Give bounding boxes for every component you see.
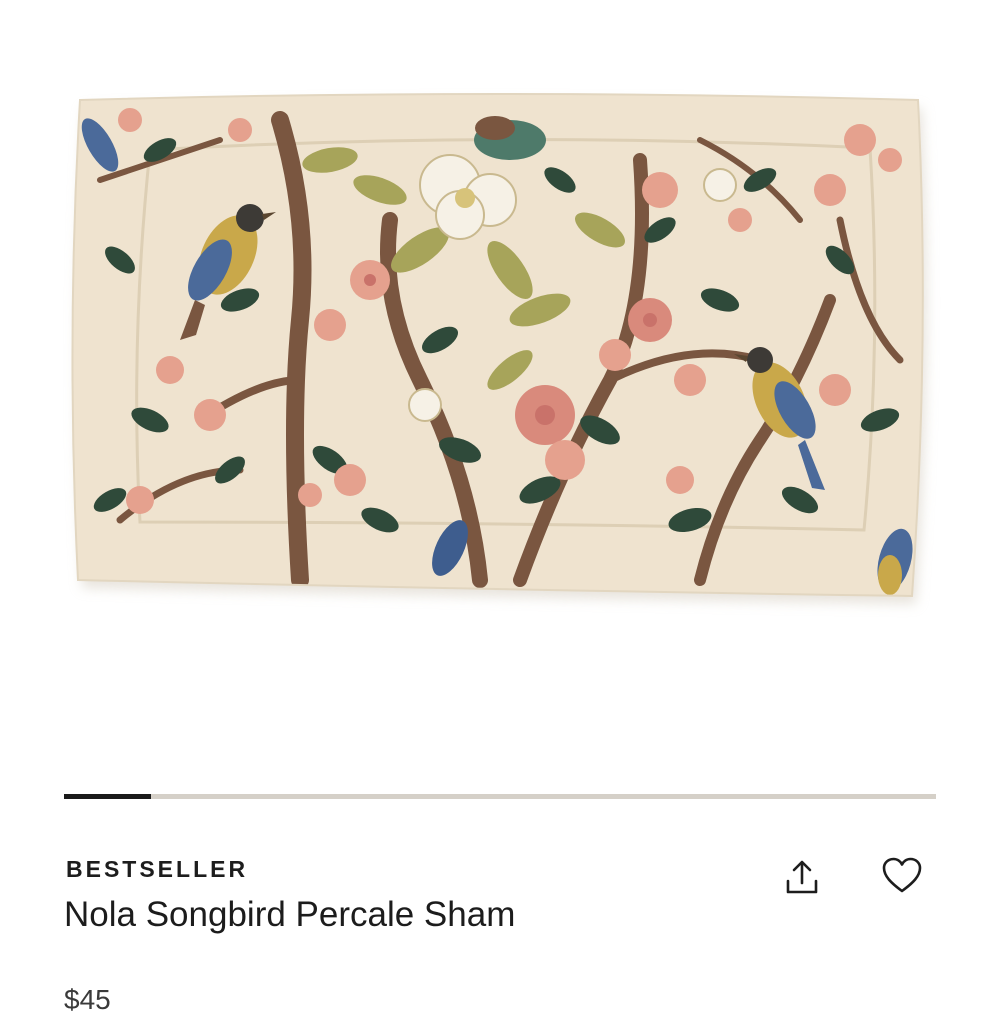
bestseller-badge: BESTSELLER [66, 856, 249, 882]
heart-icon [882, 857, 922, 893]
share-icon [786, 860, 818, 894]
product-image[interactable] [0, 0, 1000, 790]
product-price: $45 [64, 984, 111, 1015]
gallery-progress-bar [64, 794, 936, 799]
gallery-progress-fill [64, 794, 151, 799]
product-image-gallery[interactable] [0, 0, 1000, 790]
favorite-button[interactable] [876, 850, 928, 902]
share-button[interactable] [776, 852, 828, 904]
product-title: Nola Songbird Percale Sham [64, 895, 516, 934]
